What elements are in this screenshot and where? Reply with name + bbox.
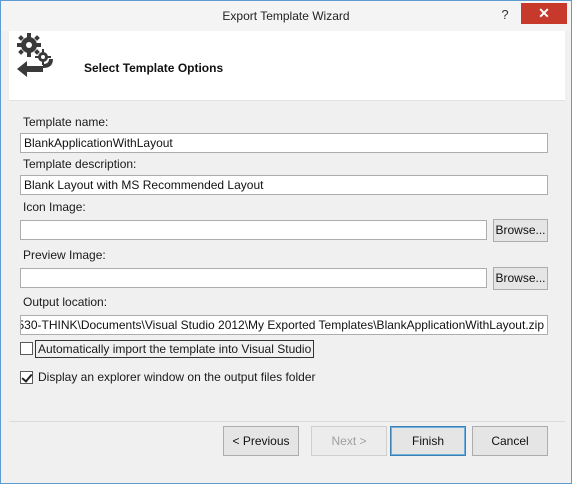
previous-button[interactable]: < Previous <box>223 426 299 456</box>
icon-image-input[interactable] <box>20 220 487 240</box>
preview-browse-button[interactable]: Browse... <box>493 267 548 290</box>
display-explorer-label[interactable]: Display an explorer window on the output… <box>38 370 316 384</box>
help-button[interactable]: ? <box>493 5 517 25</box>
cancel-button[interactable]: Cancel <box>472 426 548 456</box>
next-button[interactable]: Next > <box>311 426 387 456</box>
icon-browse-button[interactable]: Browse... <box>493 219 548 242</box>
wizard-header: Select Template Options <box>9 31 565 101</box>
close-button[interactable]: ✕ <box>521 3 567 24</box>
preview-image-input[interactable] <box>20 268 487 288</box>
export-template-wizard-window: Export Template Wizard ? ✕ Select Templa… <box>0 0 572 484</box>
title-bar[interactable]: Export Template Wizard ? ✕ <box>1 1 571 31</box>
finish-button[interactable]: Finish <box>390 426 466 456</box>
page-title: Select Template Options <box>84 61 224 75</box>
wizard-content: Template name: BlankApplicationWithLayou… <box>9 101 565 477</box>
window-title: Export Template Wizard <box>222 9 350 23</box>
output-location-input[interactable]: PhilsW530-THINK\Documents\Visual Studio … <box>20 315 548 335</box>
gear-arrow-icon <box>17 33 53 77</box>
template-name-label: Template name: <box>23 115 109 129</box>
template-description-input[interactable]: Blank Layout with MS Recommended Layout <box>20 175 548 195</box>
template-name-input[interactable]: BlankApplicationWithLayout <box>20 133 548 153</box>
icon-image-label: Icon Image: <box>23 200 86 214</box>
display-explorer-checkbox[interactable] <box>20 371 33 384</box>
preview-image-label: Preview Image: <box>23 248 106 262</box>
auto-import-label[interactable]: Automatically import the template into V… <box>35 340 315 358</box>
output-location-label: Output location: <box>23 295 108 309</box>
output-location-value: PhilsW530-THINK\Documents\Visual Studio … <box>20 318 544 332</box>
footer-divider <box>9 421 565 422</box>
template-description-label: Template description: <box>23 157 137 171</box>
auto-import-checkbox[interactable] <box>20 342 33 355</box>
